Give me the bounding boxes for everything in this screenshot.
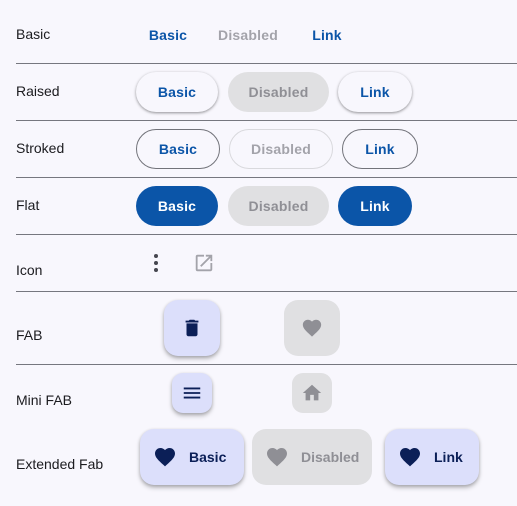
stroked-basic-button[interactable]: Basic [136,129,220,169]
extended-fab-label: Disabled [301,449,360,465]
raised-basic-button[interactable]: Basic [136,72,218,112]
divider [16,120,517,121]
row-label-extended-fab: Extended Fab [16,456,104,472]
more-vert-icon[interactable] [140,247,172,279]
divider [16,291,517,292]
extended-fab-disabled-button: Disabled [252,429,372,485]
extended-fab-basic-button[interactable]: Basic [140,429,244,485]
extended-fab-label: Link [434,449,463,465]
mini-fab-menu-button[interactable] [172,373,212,413]
row-label-stroked: Stroked [16,140,65,156]
divider [16,364,517,365]
favorite-icon [398,445,422,469]
delete-icon [185,319,199,337]
basic-disabled-button: Disabled [218,27,278,43]
row-label-icon: Icon [16,262,43,278]
menu-icon [183,387,201,399]
row-label-mini-fab: Mini FAB [16,392,73,408]
favorite-icon [153,445,177,469]
basic-link-button[interactable]: Link [300,15,354,55]
flat-link-button[interactable]: Link [338,186,412,226]
extended-fab-link-button[interactable]: Link [385,429,479,485]
raised-link-button[interactable]: Link [338,72,412,112]
raised-disabled-button: Disabled [228,72,329,112]
divider [16,234,517,235]
mini-fab-home-disabled-button [292,373,332,413]
divider [16,177,517,178]
open-in-new-icon [188,247,220,279]
fab-delete-button[interactable] [164,300,220,356]
row-label-raised: Raised [16,83,60,99]
flat-disabled-button: Disabled [228,186,329,226]
row-label-basic: Basic [16,26,51,42]
row-label-flat: Flat [16,197,40,213]
stroked-disabled-button: Disabled [229,129,333,169]
flat-basic-button[interactable]: Basic [136,186,218,226]
divider [16,63,517,64]
basic-button[interactable]: Basic [136,15,200,55]
stroked-link-button[interactable]: Link [342,129,418,169]
fab-favorite-disabled-button [284,300,340,356]
row-label-fab: FAB [16,327,43,343]
favorite-icon [265,445,289,469]
favorite-icon [302,319,322,337]
home-icon [302,384,322,401]
extended-fab-label: Basic [189,449,227,465]
